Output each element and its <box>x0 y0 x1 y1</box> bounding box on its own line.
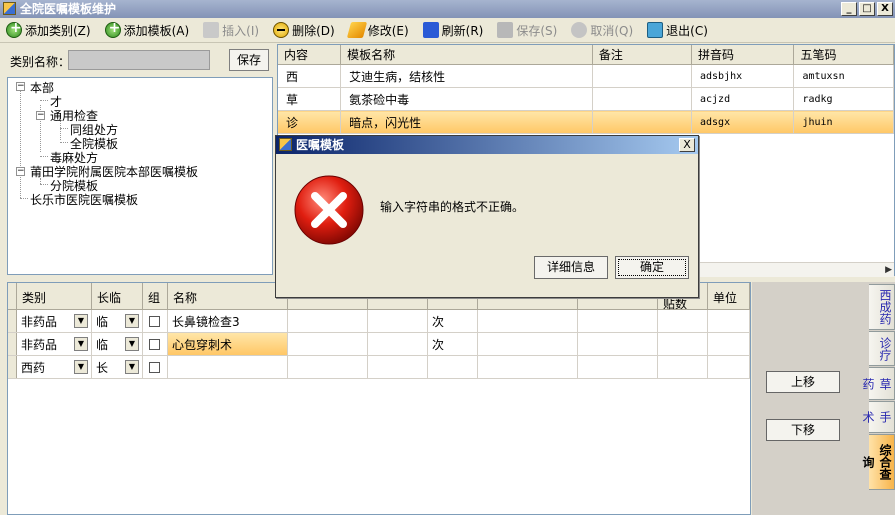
tab-western-medicine[interactable]: 西成药 <box>869 284 895 330</box>
error-icon <box>294 175 364 245</box>
modify-button[interactable]: 修改(E) <box>346 22 409 39</box>
window-title: 全院医嘱模板维护 <box>20 2 117 16</box>
insert-button[interactable]: 插入(I) <box>203 22 259 39</box>
dialog-title: 医嘱模板 <box>296 138 345 152</box>
order-detail-grid[interactable]: 类别 长临 组 名称 贴数 单位 非药品 ▼ 临 ▼ 长鼻镜检查3 次 非药品 ▼ 临… <box>7 282 751 515</box>
dialog-close-button[interactable]: X <box>679 138 695 152</box>
column-header[interactable]: 名称 <box>168 283 288 310</box>
table-row[interactable]: 西 艾迪生病，结核性 adsbjhx amtuxsn <box>278 64 894 88</box>
tab-comprehensive-query[interactable]: 综合查询 <box>861 434 895 490</box>
chevron-down-icon[interactable]: ▼ <box>125 314 139 328</box>
category-tree[interactable]: − 本部 才 − 通用检查 同组处方 全院模板 毒麻处方 − 莆田学院附属医院本… <box>7 77 273 275</box>
app-icon <box>3 2 16 15</box>
insert-icon <box>203 22 220 38</box>
undo-icon <box>571 22 588 38</box>
category-name-input[interactable] <box>68 50 210 70</box>
chevron-down-icon[interactable]: ▼ <box>74 360 88 374</box>
scroll-right-icon[interactable]: ▶ <box>885 265 892 275</box>
chevron-down-icon[interactable]: ▼ <box>125 337 139 351</box>
app-icon <box>279 138 292 151</box>
save-toolbar-button[interactable]: 保存(S) <box>497 22 557 39</box>
table-row[interactable]: 非药品 ▼ 临 ▼ 心包穿刺术 次 <box>8 333 750 356</box>
group-checkbox[interactable] <box>149 316 160 327</box>
column-header[interactable]: 拼音码 <box>691 45 795 65</box>
column-header[interactable]: 类别 <box>17 283 92 310</box>
tab-herbal[interactable]: 草药 <box>861 367 895 400</box>
group-checkbox[interactable] <box>149 362 160 373</box>
table-row-selected[interactable]: 诊 暗点，闪光性 adsgx jhuin <box>278 110 894 134</box>
refresh-button[interactable]: 刷新(R) <box>422 22 483 39</box>
category-name-label: 类别名称： <box>10 55 71 69</box>
vertical-tab-strip: 西成药 诊疗 草药 手术 综合查询 <box>861 282 895 515</box>
toolbar: 添加类别(Z) 添加模板(A) 插入(I) 删除(D) 修改(E) 刷新(R) … <box>0 18 895 43</box>
category-save-button[interactable]: 保存 <box>229 49 269 71</box>
floppy-icon <box>497 22 514 38</box>
tree-collapse-toggle[interactable]: − <box>16 82 25 91</box>
column-header[interactable]: 组 <box>143 283 168 310</box>
move-up-button[interactable]: 上移 <box>766 371 840 393</box>
column-header[interactable]: 内容 <box>278 45 342 65</box>
column-header[interactable]: 备注 <box>592 45 692 65</box>
chevron-down-icon[interactable]: ▼ <box>74 314 88 328</box>
tree-collapse-toggle[interactable]: − <box>36 111 45 120</box>
dialog-titlebar: 医嘱模板 X <box>276 136 698 154</box>
minimize-button[interactable]: _ <box>841 2 857 16</box>
chevron-down-icon[interactable]: ▼ <box>74 337 88 351</box>
table-row[interactable]: 西药 ▼ 长 ▼ <box>8 356 750 379</box>
error-dialog: 医嘱模板 X 输入字符串的格式不正确。 详细信息 确定 <box>275 135 699 298</box>
exit-icon <box>647 22 664 38</box>
tree-node-root[interactable]: 长乐市医院医嘱模板 <box>30 191 138 208</box>
details-button[interactable]: 详细信息 <box>534 256 608 279</box>
eraser-icon <box>346 22 367 38</box>
column-header[interactable]: 模板名称 <box>340 45 593 65</box>
column-header[interactable]: 单位 <box>708 283 750 310</box>
table-row[interactable]: 非药品 ▼ 临 ▼ 长鼻镜检查3 次 <box>8 310 750 333</box>
window-titlebar: 全院医嘱模板维护 _ □ X <box>0 0 895 18</box>
tab-treatment[interactable]: 诊疗 <box>869 331 895 366</box>
refresh-icon <box>422 22 439 38</box>
table-header-row: 内容 模板名称 备注 拼音码 五笔码 <box>278 45 894 65</box>
tab-surgery[interactable]: 手术 <box>861 401 895 433</box>
maximize-button[interactable]: □ <box>859 2 875 16</box>
column-header[interactable]: 五笔码 <box>793 45 894 65</box>
move-down-button[interactable]: 下移 <box>766 419 840 441</box>
ok-button[interactable]: 确定 <box>615 256 689 279</box>
cancel-toolbar-button[interactable]: 取消(Q) <box>571 22 633 39</box>
column-header[interactable]: 长临 <box>92 283 143 310</box>
side-panel: 上移 下移 <box>752 282 867 515</box>
tree-collapse-toggle[interactable]: − <box>16 167 25 176</box>
add-icon <box>104 20 121 38</box>
add-icon <box>6 20 22 38</box>
close-button[interactable]: X <box>877 2 893 16</box>
delete-button[interactable]: 删除(D) <box>273 22 335 39</box>
add-category-button[interactable]: 添加类别(Z) <box>6 20 91 39</box>
table-row[interactable]: 草 氨茶硷中毒 acjzd radkg <box>278 87 894 111</box>
chevron-down-icon[interactable]: ▼ <box>125 360 139 374</box>
minus-icon <box>273 22 290 38</box>
add-template-button[interactable]: 添加模板(A) <box>104 20 189 39</box>
dialog-message: 输入字符串的格式不正确。 <box>380 200 525 214</box>
group-checkbox[interactable] <box>149 339 160 350</box>
exit-button[interactable]: 退出(C) <box>647 22 708 39</box>
